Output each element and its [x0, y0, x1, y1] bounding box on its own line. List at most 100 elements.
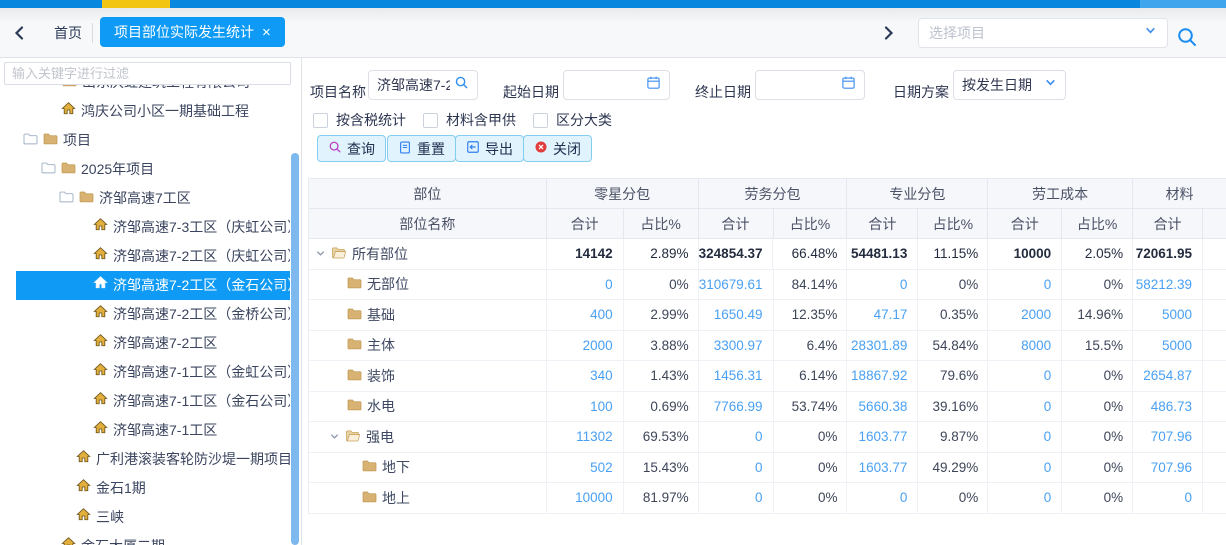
chevron-down-icon[interactable]	[1044, 76, 1057, 94]
cell-link[interactable]: 707.96	[1133, 453, 1203, 484]
cell-link[interactable]: 5000	[1133, 300, 1203, 331]
project-select-input[interactable]	[929, 25, 1144, 41]
cell-link[interactable]: 707.96	[1133, 422, 1203, 453]
project-name-input[interactable]	[377, 77, 450, 93]
cell-link[interactable]: 502	[547, 453, 624, 484]
tree-item[interactable]: 济邹高速7-3工区（庆虹公司）	[0, 213, 290, 242]
tab-home[interactable]: 首页	[54, 8, 82, 58]
cell-link[interactable]: 10000	[547, 483, 624, 514]
checkbox-icon[interactable]	[533, 113, 548, 128]
cell-link[interactable]: 1603.77	[847, 422, 918, 453]
table-row[interactable]: 无部位 0 0% 310679.61 84.14% 0 0% 0 0% 5821…	[309, 270, 1226, 301]
cell-link[interactable]: 100	[547, 392, 624, 423]
cell-link[interactable]: 58212.39	[1133, 270, 1203, 301]
end-date-input[interactable]	[764, 77, 837, 93]
table-row[interactable]: 装饰 340 1.43% 1456.31 6.14% 18867.92 79.6…	[309, 361, 1226, 392]
checkbox-material-supplied[interactable]: 材料含甲供	[423, 110, 516, 130]
cell-link[interactable]: 0	[988, 422, 1062, 453]
cell-link[interactable]: 2654.87	[1133, 361, 1203, 392]
tree-item[interactable]: 济邹高速7工区	[0, 184, 290, 213]
table-row[interactable]: 所有部位 14142 2.89% 324854.37 66.48% 54481.…	[309, 239, 1226, 270]
tree-filter-input[interactable]	[4, 62, 291, 85]
cell-link[interactable]: 0	[699, 422, 774, 453]
export-button[interactable]: 导出	[455, 135, 524, 162]
cell-link[interactable]: 0	[988, 270, 1062, 301]
project-select[interactable]	[918, 18, 1168, 48]
expand-toggle-icon[interactable]	[23, 126, 38, 155]
tree-item[interactable]: 济邹高速7-2工区	[0, 329, 290, 358]
cell-link[interactable]: 28301.89	[847, 331, 918, 362]
cell-link[interactable]: 486.73	[1133, 392, 1203, 423]
reset-button[interactable]: 重置	[387, 135, 456, 162]
tree-item[interactable]: 济邹高速7-1工区	[0, 416, 290, 445]
end-date-field[interactable]	[755, 70, 865, 100]
cell-link[interactable]: 0	[699, 453, 774, 484]
tree-item[interactable]: 鸿庆公司小区一期基础工程	[0, 97, 290, 126]
date-scheme-select[interactable]: 按发生日期	[953, 70, 1066, 100]
cell-link[interactable]: 0	[547, 270, 624, 301]
tree-item[interactable]: 金石大厦二期	[0, 532, 290, 545]
query-button[interactable]: 查询	[317, 135, 386, 162]
cell-link[interactable]: 2000	[988, 300, 1062, 331]
cell-link[interactable]: 1456.31	[699, 361, 774, 392]
cell-link[interactable]: 0	[988, 483, 1062, 514]
cell-link[interactable]: 400	[547, 300, 624, 331]
table-row[interactable]: 地上 10000 81.97% 0 0% 0 0% 0 0% 0	[309, 483, 1226, 514]
cell-link[interactable]: 5000	[1133, 331, 1203, 362]
table-row[interactable]: 地下 502 15.43% 0 0% 1603.77 49.29% 0 0% 7…	[309, 453, 1226, 484]
chevron-left-icon[interactable]	[12, 25, 28, 41]
cell-link[interactable]: 18867.92	[847, 361, 918, 392]
tree-item[interactable]: 三峡	[0, 503, 290, 532]
calendar-icon[interactable]	[841, 75, 856, 95]
cell-link[interactable]: 0	[988, 361, 1062, 392]
search-icon[interactable]	[454, 75, 469, 95]
calendar-icon[interactable]	[646, 75, 661, 95]
checkbox-icon[interactable]	[313, 113, 328, 128]
table-row[interactable]: 强电 11302 69.53% 0 0% 1603.77 9.87% 0 0% …	[309, 422, 1226, 453]
cell-link[interactable]: 0	[847, 483, 918, 514]
tree-item[interactable]: 2025年项目	[0, 155, 290, 184]
tree-item-selected[interactable]: 济邹高速7-2工区（金石公司）	[0, 271, 290, 300]
table-row[interactable]: 水电 100 0.69% 7766.99 53.74% 5660.38 39.1…	[309, 392, 1226, 423]
checkbox-tax-included[interactable]: 按含税统计	[313, 110, 406, 130]
expand-toggle-icon[interactable]	[59, 184, 74, 213]
tree-item[interactable]: 项目	[0, 126, 290, 155]
close-button[interactable]: 关闭	[523, 135, 592, 162]
tree-item[interactable]: 金石1期	[0, 474, 290, 503]
tree-item[interactable]: 济邹高速7-2工区（庆虹公司）	[0, 242, 290, 271]
table-row[interactable]: 主体 2000 3.88% 3300.97 6.4% 28301.89 54.8…	[309, 331, 1226, 362]
sidebar-scrollbar[interactable]	[291, 153, 299, 545]
cell-link[interactable]: 3300.97	[699, 331, 774, 362]
chevron-down-icon[interactable]	[329, 429, 340, 445]
tree-item[interactable]: 济邹高速7-1工区（金虹公司）	[0, 358, 290, 387]
cell-link[interactable]: 0	[988, 453, 1062, 484]
checkbox-category-split[interactable]: 区分大类	[533, 110, 612, 130]
tree-item[interactable]: 济邹高速7-2工区（金桥公司）	[0, 300, 290, 329]
cell-link[interactable]: 2000	[547, 331, 624, 362]
start-date-input[interactable]	[572, 77, 642, 93]
cell-link[interactable]: 8000	[988, 331, 1062, 362]
chevron-down-icon[interactable]	[1144, 24, 1157, 42]
close-icon[interactable]: ×	[262, 25, 271, 40]
cell-link[interactable]: 340	[547, 361, 624, 392]
tree-item[interactable]: 广利港滚装客轮防沙堤一期项目	[0, 445, 290, 474]
checkbox-icon[interactable]	[423, 113, 438, 128]
cell-link[interactable]: 1650.49	[699, 300, 774, 331]
cell-link[interactable]: 7766.99	[699, 392, 774, 423]
cell-link[interactable]: 310679.61	[699, 270, 774, 301]
table-row[interactable]: 基础 400 2.99% 1650.49 12.35% 47.17 0.35% …	[309, 300, 1226, 331]
start-date-field[interactable]	[563, 70, 670, 100]
cell-link[interactable]: 1603.77	[847, 453, 918, 484]
cell-link[interactable]: 0	[699, 483, 774, 514]
cell-link[interactable]: 0	[1133, 483, 1203, 514]
cell-link[interactable]: 47.17	[847, 300, 918, 331]
project-name-field[interactable]	[368, 70, 478, 100]
chevron-right-icon[interactable]	[880, 25, 896, 41]
search-icon[interactable]	[1175, 25, 1199, 49]
cell-link[interactable]: 5660.38	[847, 392, 918, 423]
tree-item[interactable]: 济邹高速7-1工区（金石公司）	[0, 387, 290, 416]
cell-link[interactable]: 0	[988, 392, 1062, 423]
tab-active[interactable]: 项目部位实际发生统计 ×	[100, 17, 285, 47]
cell-link[interactable]: 0	[847, 270, 918, 301]
expand-toggle-icon[interactable]	[41, 155, 56, 184]
